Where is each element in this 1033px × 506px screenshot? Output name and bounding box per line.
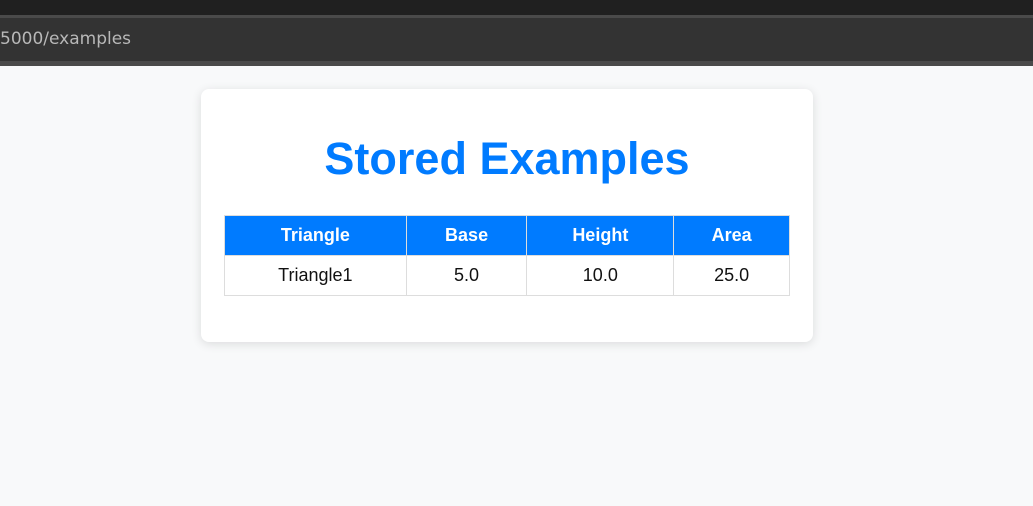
browser-top-strip bbox=[0, 0, 1033, 15]
url-text[interactable]: 5000/examples bbox=[0, 29, 131, 49]
address-bar[interactable]: 5000/examples bbox=[0, 18, 1033, 61]
table-header-row: Triangle Base Height Area bbox=[224, 215, 790, 256]
page-content: Stored Examples Triangle Base Height Are… bbox=[0, 66, 1033, 506]
examples-table: Triangle Base Height Area Triangle1 5.0 … bbox=[224, 215, 790, 296]
cell-triangle: Triangle1 bbox=[224, 255, 407, 296]
cell-area: 25.0 bbox=[673, 255, 790, 296]
column-header-height: Height bbox=[526, 215, 675, 256]
page-title: Stored Examples bbox=[324, 133, 690, 184]
cell-base: 5.0 bbox=[405, 255, 528, 296]
examples-card: Stored Examples Triangle Base Height Are… bbox=[201, 89, 813, 342]
column-header-triangle: Triangle bbox=[224, 215, 407, 256]
table-row: Triangle1 5.0 10.0 25.0 bbox=[224, 255, 790, 296]
column-header-area: Area bbox=[673, 215, 790, 256]
cell-height: 10.0 bbox=[526, 255, 675, 296]
column-header-base: Base bbox=[405, 215, 528, 256]
